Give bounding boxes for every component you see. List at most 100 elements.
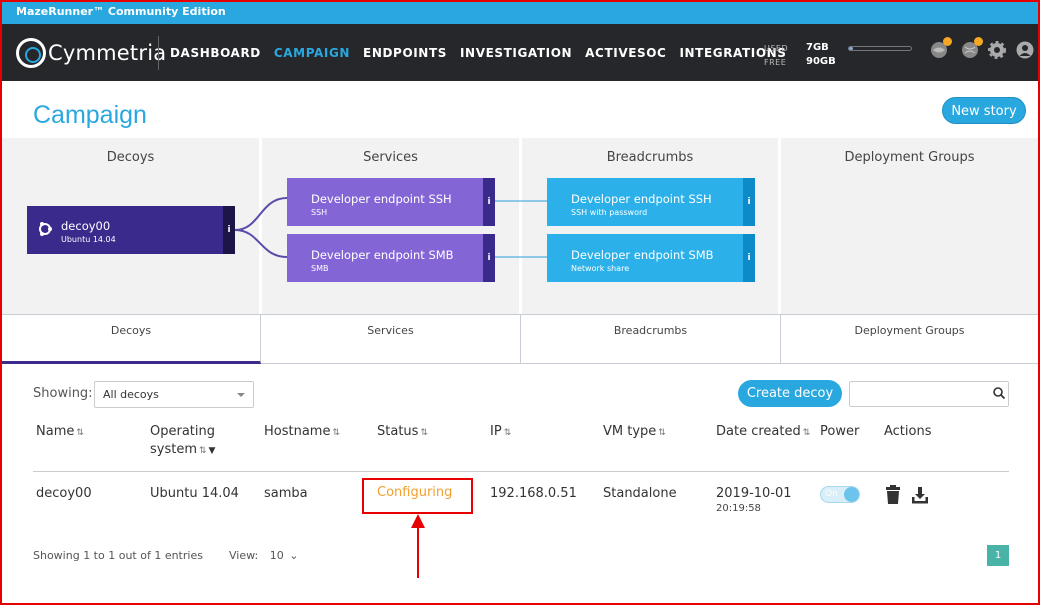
header-name-label: Name <box>36 424 75 439</box>
power-toggle[interactable]: On <box>820 486 860 503</box>
cymmetria-logo-icon <box>16 38 46 68</box>
service-card-subtitle: SSH <box>311 208 328 217</box>
decoy-info-button[interactable]: i <box>223 206 235 254</box>
tab-decoys[interactable]: Decoys <box>2 315 261 364</box>
create-decoy-button[interactable]: Create decoy <box>738 380 842 407</box>
breadcrumb-info-button[interactable]: i <box>743 234 755 282</box>
breadcrumb-card-ssh[interactable]: Developer endpoint SSH SSH with password… <box>547 178 755 226</box>
campaign-map: Decoys Services Breadcrumbs Deployment G… <box>2 138 1038 314</box>
cell-name[interactable]: decoy00 <box>36 486 92 501</box>
service-card-title: Developer endpoint SSH <box>311 192 452 206</box>
breadcrumb-card-subtitle: SSH with password <box>571 208 648 217</box>
user-account-icon[interactable] <box>1015 40 1035 60</box>
annotation-arrow <box>411 514 425 578</box>
sort-icon: ⇅ <box>802 428 811 438</box>
free-label: FREE <box>764 58 787 67</box>
nav-campaign[interactable]: CAMPAIGN <box>274 46 350 60</box>
service-card-ssh[interactable]: Developer endpoint SSH SSH i <box>287 178 495 226</box>
cell-time: 20:19:58 <box>716 503 761 514</box>
header-hostname[interactable]: Hostname ⇅ <box>264 423 340 442</box>
settings-gear-icon[interactable] <box>987 40 1007 60</box>
nav-activesoc[interactable]: ACTIVESOC <box>585 46 666 60</box>
main-nav: DASHBOARD CAMPAIGN ENDPOINTS INVESTIGATI… <box>170 24 800 81</box>
status-highlight-box <box>362 478 473 514</box>
alerts-badge <box>943 37 952 46</box>
chevron-down-icon <box>237 393 245 397</box>
header-os-line2: system <box>150 442 197 457</box>
tab-deployment-groups[interactable]: Deployment Groups <box>781 315 1038 364</box>
header-ip[interactable]: IP ⇅ <box>490 423 511 442</box>
power-toggle-label: On <box>825 489 838 499</box>
cell-vm-type: Standalone <box>603 486 677 501</box>
search-icon[interactable] <box>992 386 1006 400</box>
edition-title: MazeRunner™ Community Edition <box>16 5 226 18</box>
used-value: 7GB <box>806 42 829 53</box>
sort-icon: ⇅ <box>332 428 341 438</box>
top-navbar: Cymmetria DASHBOARD CAMPAIGN ENDPOINTS I… <box>0 24 1040 81</box>
decoy-card-os: Ubuntu 14.04 <box>61 235 116 244</box>
used-label: USED <box>764 44 789 53</box>
search-input[interactable] <box>849 381 1009 407</box>
header-name[interactable]: Name ⇅ <box>36 423 84 442</box>
cell-os: Ubuntu 14.04 <box>150 486 239 501</box>
showing-label: Showing: <box>33 386 93 401</box>
header-actions: Actions <box>884 424 932 439</box>
service-card-smb[interactable]: Developer endpoint SMB SMB i <box>287 234 495 282</box>
nav-dashboard[interactable]: DASHBOARD <box>170 46 261 60</box>
edition-strip: MazeRunner™ Community Edition <box>0 0 1040 24</box>
service-card-subtitle: SMB <box>311 264 329 273</box>
chevron-down-icon: ⌄ <box>289 549 299 562</box>
page-size-control[interactable]: View: 10 ⌄ <box>229 549 298 562</box>
breadcrumb-card-subtitle: Network share <box>571 264 630 273</box>
logo-text: Cymmetria <box>48 41 167 65</box>
storage-labels: USED FREE <box>764 42 788 70</box>
notifications-badge <box>974 37 983 46</box>
breadcrumb-info-button[interactable]: i <box>743 178 755 226</box>
sort-icon: ⇅ <box>199 446 207 456</box>
page-title: Campaign <box>33 101 147 129</box>
logo[interactable]: Cymmetria <box>16 38 166 68</box>
download-icon[interactable] <box>911 485 929 505</box>
breadcrumb-card-smb[interactable]: Developer endpoint SMB Network share i <box>547 234 755 282</box>
tab-breadcrumbs[interactable]: Breadcrumbs <box>521 315 781 364</box>
cell-date: 2019-10-01 <box>716 486 792 501</box>
header-date-created[interactable]: Date created ⇅ <box>716 423 810 442</box>
header-vm-type[interactable]: VM type ⇅ <box>603 423 666 442</box>
nav-investigation[interactable]: INVESTIGATION <box>460 46 572 60</box>
entries-info: Showing 1 to 1 out of 1 entries <box>33 549 203 562</box>
breadcrumb-card-title: Developer endpoint SSH <box>571 192 712 206</box>
service-card-title: Developer endpoint SMB <box>311 248 454 262</box>
cell-ip: 192.168.0.51 <box>490 486 577 501</box>
header-os-line1: Operating <box>150 424 215 439</box>
alerts-globe-icon[interactable] <box>929 37 952 60</box>
header-power: Power <box>820 424 860 439</box>
header-date-label: Date created <box>716 424 801 439</box>
new-story-button[interactable]: New story <box>942 97 1026 124</box>
filter-funnel-icon[interactable]: ▼ <box>209 446 216 456</box>
check-icon <box>844 487 859 502</box>
notifications-globe-icon[interactable] <box>960 37 983 60</box>
tab-services[interactable]: Services <box>261 315 521 364</box>
sort-icon: ⇅ <box>658 428 666 438</box>
decoy-filter-select[interactable]: All decoys <box>94 381 254 408</box>
nav-endpoints[interactable]: ENDPOINTS <box>363 46 447 60</box>
decoy-filter-value: All decoys <box>103 388 159 401</box>
decoy-card-name: decoy00 <box>61 219 111 233</box>
header-os[interactable]: Operating system ⇅ ▼ <box>150 423 215 460</box>
page-size-label: View: <box>229 549 259 562</box>
breadcrumb-card-title: Developer endpoint SMB <box>571 248 714 262</box>
storage-values: 7GB 90GB <box>806 41 836 69</box>
header-vm-label: VM type <box>603 424 657 439</box>
service-info-button[interactable]: i <box>483 178 495 226</box>
logo-divider <box>158 36 159 70</box>
trash-icon[interactable] <box>884 485 902 505</box>
decoy-card[interactable]: decoy00 Ubuntu 14.04 i <box>27 206 235 254</box>
header-status[interactable]: Status ⇅ <box>377 423 428 442</box>
service-info-button[interactable]: i <box>483 234 495 282</box>
header-hostname-label: Hostname <box>264 424 331 439</box>
pagination-page-1[interactable]: 1 <box>987 545 1009 566</box>
free-value: 90GB <box>806 56 836 67</box>
table-divider <box>33 471 1009 472</box>
storage-bar-fill <box>849 47 854 50</box>
sort-icon: ⇅ <box>503 428 512 438</box>
